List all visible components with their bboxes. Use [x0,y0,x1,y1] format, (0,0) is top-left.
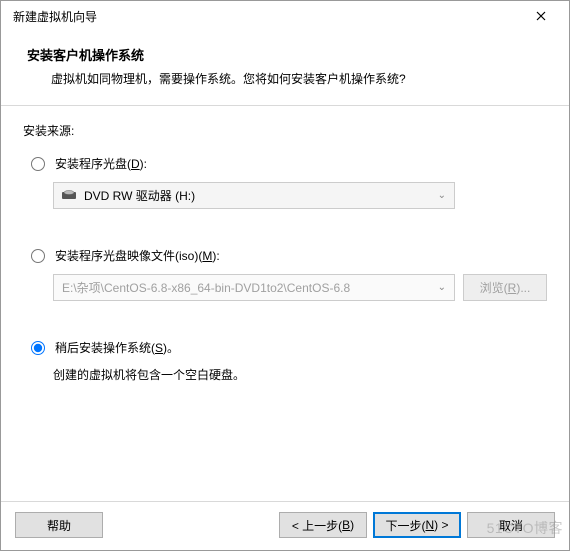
help-button[interactable]: 帮助 [15,512,103,538]
radio-disc[interactable] [31,157,45,171]
page-title: 安装客户机操作系统 [27,45,543,64]
close-icon [536,8,546,24]
radio-row-later[interactable]: 稍后安装操作系统(S)。 [31,339,547,356]
next-button[interactable]: 下一步(N) > [373,512,461,538]
iso-path-value: E:\杂项\CentOS-6.8-x86_64-bin-DVD1to2\Cent… [62,279,350,296]
wizard-footer: 帮助 < 上一步(B) 下一步(N) > 取消 [1,501,569,550]
page-description: 虚拟机如同物理机，需要操作系统。您将如何安装客户机操作系统? [27,70,543,87]
wizard-header: 安装客户机操作系统 虚拟机如同物理机，需要操作系统。您将如何安装客户机操作系统? [1,31,569,105]
option-installer-disc: 安装程序光盘(D): DVD RW 驱动器 (H:) ⌄ [31,155,547,209]
disc-drive-select[interactable]: DVD RW 驱动器 (H:) ⌄ [53,182,455,209]
radio-row-iso[interactable]: 安装程序光盘映像文件(iso)(M): [31,247,547,264]
cancel-button[interactable]: 取消 [467,512,555,538]
radio-later-label: 稍后安装操作系统(S)。 [55,339,179,356]
option-install-later: 稍后安装操作系统(S)。 创建的虚拟机将包含一个空白硬盘。 [31,339,547,383]
disc-drive-value: DVD RW 驱动器 (H:) [84,187,195,204]
radio-iso-label: 安装程序光盘映像文件(iso)(M): [55,247,220,264]
chevron-down-icon: ⌄ [438,190,446,201]
install-source-label: 安装来源: [23,122,547,139]
install-later-note: 创建的虚拟机将包含一个空白硬盘。 [53,366,547,383]
browse-button[interactable]: 浏览(R)... [463,274,547,301]
iso-path-select[interactable]: E:\杂项\CentOS-6.8-x86_64-bin-DVD1to2\Cent… [53,274,455,301]
content-area: 安装来源: 安装程序光盘(D): DVD RW 驱动器 (H:) ⌄ [1,106,569,501]
chevron-down-icon: ⌄ [438,282,446,293]
window-title: 新建虚拟机向导 [13,8,521,25]
radio-later[interactable] [31,341,45,355]
close-button[interactable] [521,2,561,30]
dvd-icon [62,189,76,203]
radio-row-disc[interactable]: 安装程序光盘(D): [31,155,547,172]
back-button[interactable]: < 上一步(B) [279,512,367,538]
wizard-window: 新建虚拟机向导 安装客户机操作系统 虚拟机如同物理机，需要操作系统。您将如何安装… [0,0,570,551]
radio-disc-label: 安装程序光盘(D): [55,155,147,172]
titlebar: 新建虚拟机向导 [1,1,569,31]
option-iso-file: 安装程序光盘映像文件(iso)(M): E:\杂项\CentOS-6.8-x86… [31,247,547,301]
radio-iso[interactable] [31,249,45,263]
